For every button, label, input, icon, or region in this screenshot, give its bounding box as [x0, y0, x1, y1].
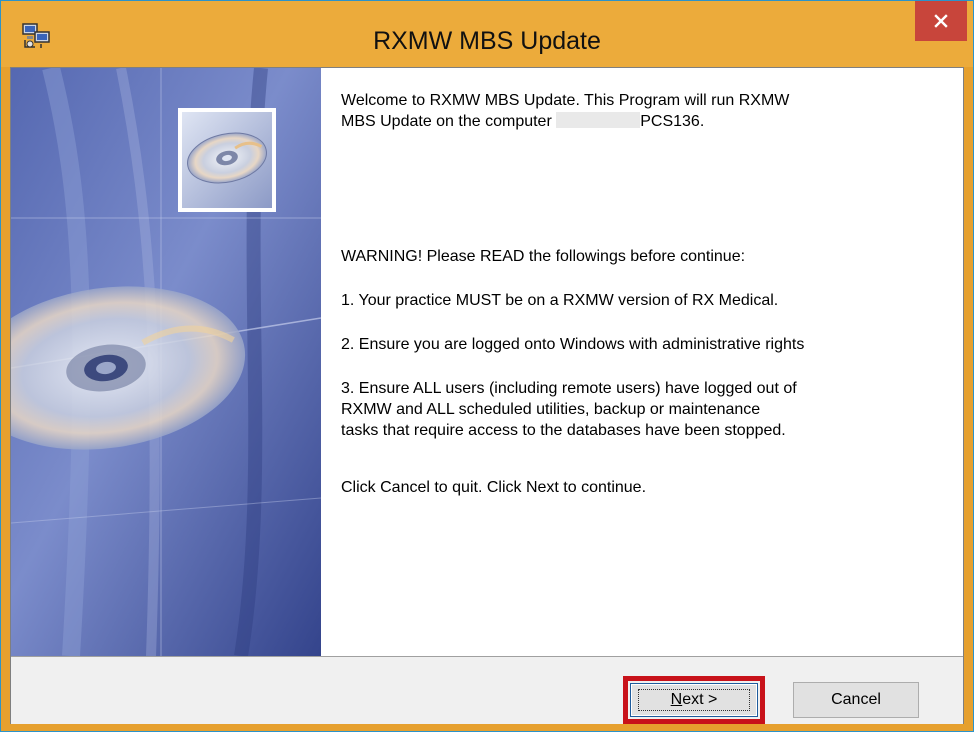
- close-icon: [934, 14, 948, 28]
- requirement-1: 1. Your practice MUST be on a RXMW versi…: [341, 292, 779, 309]
- welcome-line-2: MBS Update on the computer PCS136.: [341, 112, 705, 130]
- next-button[interactable]: Next >: [630, 683, 758, 717]
- title-bar[interactable]: RXMW MBS Update: [1, 1, 973, 67]
- window-title: RXMW MBS Update: [373, 27, 601, 55]
- welcome-content: Welcome to RXMW MBS Update. This Program…: [321, 68, 963, 656]
- welcome-message: Welcome to RXMW MBS Update. This Program…: [341, 90, 953, 132]
- close-button[interactable]: [915, 1, 967, 41]
- redacted-computer-prefix: [556, 112, 641, 128]
- warning-heading: WARNING! Please READ the followings befo…: [341, 248, 746, 265]
- cd-artwork: [11, 68, 321, 656]
- computer-label: MBS Update on the computer: [341, 113, 557, 130]
- button-bar: Next > Cancel: [11, 656, 963, 724]
- cancel-button[interactable]: Cancel: [793, 682, 919, 718]
- instructions-text: Click Cancel to quit. Click Next to cont…: [341, 479, 647, 496]
- focus-rectangle: [638, 689, 750, 711]
- requirement-2: 2. Ensure you are logged onto Windows wi…: [341, 336, 805, 353]
- installer-window: RXMW MBS Update Welcome to RXMW MBS Upda…: [0, 0, 974, 732]
- requirement-3: 3. Ensure ALL users (including remote us…: [341, 380, 797, 439]
- computer-name: PCS136.: [640, 113, 705, 130]
- setup-banner-image: [11, 68, 322, 656]
- welcome-line-1: Welcome to RXMW MBS Update. This Program…: [341, 92, 790, 109]
- dialog-client-area: Welcome to RXMW MBS Update. This Program…: [10, 67, 964, 724]
